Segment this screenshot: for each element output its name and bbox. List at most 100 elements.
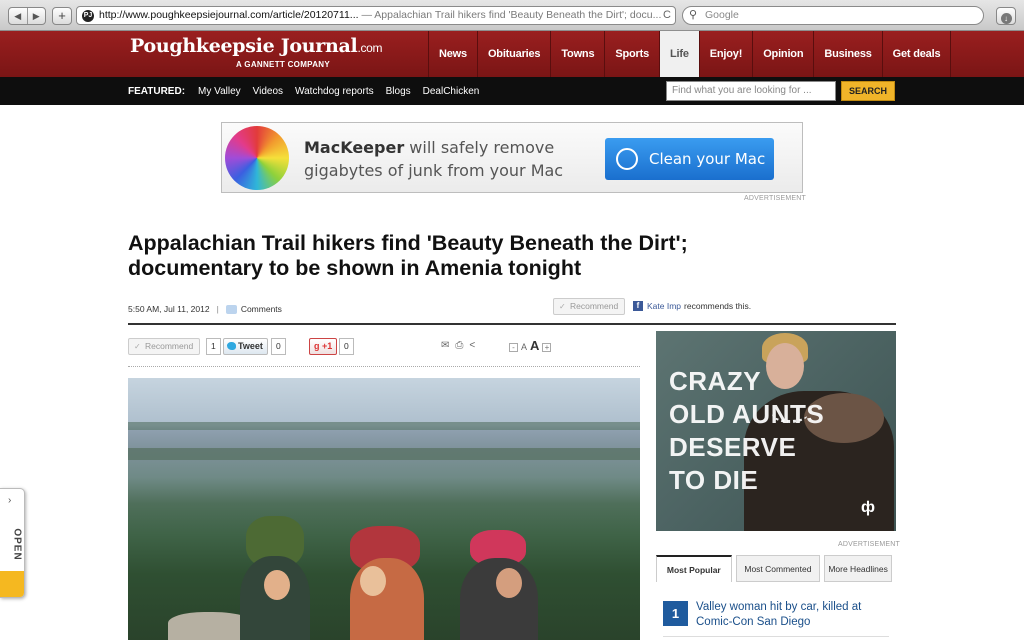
site-search-input[interactable]: Find what you are looking for ... — [666, 81, 836, 101]
comments-link[interactable]: Comments — [241, 304, 282, 314]
site-header: Poughkeepsie Journal.com A GANNETT COMPA… — [0, 31, 1024, 77]
side-ad[interactable]: CRAZY OLD AUNTS DESERVE TO DIE ф — [656, 331, 896, 531]
featured-links: FEATURED: My Valley Videos Watchdog report… — [128, 77, 491, 105]
page-title-text: — Appalachian Trail hikers find 'Beauty … — [361, 9, 662, 21]
distant-ridge — [128, 422, 640, 430]
nav-item-news[interactable]: News — [429, 31, 478, 77]
header-rule — [128, 323, 896, 325]
font-size-controls: - A A + — [509, 338, 552, 353]
article-headline: Appalachian Trail hikers find 'Beauty Be… — [128, 231, 688, 280]
search-button[interactable]: SEARCH — [841, 81, 895, 101]
browser-search-input[interactable]: ⚲ Google — [682, 6, 984, 25]
twitter-icon — [227, 342, 236, 350]
forward-icon[interactable]: ▶ — [28, 8, 46, 24]
ad-note-side: ADVERTISEMENT — [838, 541, 900, 548]
headlines-tabs: Most Popular Most Commented More Headlines — [656, 555, 896, 582]
tab-most-popular[interactable]: Most Popular — [656, 555, 732, 582]
featured-link-dealchicken[interactable]: DealChicken — [423, 86, 480, 97]
article-photo[interactable] — [128, 378, 640, 640]
ad-brand: MacKeeper — [304, 138, 405, 157]
fb-recommend-text: recommends this. — [684, 301, 752, 311]
featured-label: FEATURED: — [128, 85, 186, 97]
back-icon[interactable]: ◀ — [9, 8, 28, 24]
ad-line2: gigabytes of junk from your Mac — [304, 161, 564, 180]
gplus-icon: g — [314, 341, 320, 351]
ad-cta-button[interactable]: Clean your Mac — [605, 138, 774, 180]
featured-link-my-valley[interactable]: My Valley — [198, 86, 241, 97]
browser-toolbar: ◀ ▶ + PJ http://www.poughkeepsiejournal.… — [0, 0, 1024, 31]
ad-note-top: ADVERTISEMENT — [744, 195, 806, 202]
share-icon[interactable]: < — [469, 340, 475, 351]
featured-link-blogs[interactable]: Blogs — [386, 86, 411, 97]
power-icon — [616, 148, 638, 170]
hiker3 — [460, 558, 538, 640]
mackeeper-ad[interactable]: MacKeeper will safely remove gigabytes o… — [221, 122, 803, 193]
reload-icon[interactable]: C — [663, 7, 671, 24]
browser-search-placeholder: Google — [705, 9, 739, 21]
article-timestamp: 5:50 AM, Jul 11, 2012 — [128, 304, 210, 314]
history-buttons: ◀ ▶ — [8, 7, 46, 25]
font-large-label: A — [530, 338, 540, 353]
side-ad-text: CRAZY OLD AUNTS DESERVE TO DIE — [669, 365, 824, 497]
recommend-button[interactable]: Recommend — [128, 338, 201, 355]
download-button[interactable]: ↓ — [996, 7, 1016, 25]
nav-item-obituaries[interactable]: Obituaries — [478, 31, 552, 77]
site-logo[interactable]: Poughkeepsie Journal.com A GANNETT COMPA… — [130, 35, 383, 69]
facebook-recommend-line: f Kate Imp recommends this. — [633, 301, 751, 311]
nav-item-get-deals[interactable]: Get deals — [883, 31, 952, 77]
font-small-label: A — [521, 342, 528, 352]
nav-item-opinion[interactable]: Opinion — [753, 31, 815, 77]
popular-divider — [663, 636, 889, 637]
recommend-count: 1 — [206, 338, 221, 355]
side-ad-line-2: OLD AUNTS — [669, 399, 825, 429]
share-bar: Recommend 1 Tweet 0 g +1 0 ✉ ⎙ < - A A + — [128, 338, 640, 356]
tab-more-headlines[interactable]: More Headlines — [824, 555, 892, 582]
logo-name: Poughkeepsie Journal — [130, 35, 358, 57]
ad-text: MacKeeper will safely remove gigabytes o… — [304, 136, 563, 182]
side-ad-line-4: TO DIE — [669, 465, 759, 495]
gplus-button[interactable]: g +1 — [309, 338, 338, 355]
address-bar[interactable]: PJ http://www.poughkeepsiejournal.com/ar… — [76, 6, 676, 25]
mid-ridge — [128, 448, 640, 460]
hiker3-face — [496, 568, 522, 598]
gplus-count: 0 — [339, 338, 354, 355]
side-ad-line-3: DESERVE — [669, 432, 797, 462]
article-tools: ✉ ⎙ < — [441, 340, 475, 351]
ad-line1: will safely remove — [404, 138, 555, 157]
search-icon: ⚲ — [689, 9, 698, 21]
comment-icon — [225, 304, 237, 314]
hiker1-face — [264, 570, 290, 600]
gplus-label: +1 — [322, 341, 333, 351]
nav-item-towns[interactable]: Towns — [551, 31, 606, 77]
featured-link-watchdog-reports[interactable]: Watchdog reports — [295, 86, 374, 97]
mackeeper-logo-icon — [225, 126, 289, 190]
tab-most-commented[interactable]: Most Commented — [735, 555, 821, 582]
nav-item-life[interactable]: Life — [660, 31, 700, 77]
add-icon[interactable]: + — [52, 7, 72, 25]
open-tab-label: OPEN — [11, 528, 23, 561]
featured-link-videos[interactable]: Videos — [253, 86, 283, 97]
tweet-button[interactable]: Tweet — [223, 338, 268, 355]
url-text: http://www.poughkeepsiejournal.com/artic… — [99, 9, 359, 21]
ad-cta-label: Clean your Mac — [649, 150, 766, 168]
favicon-icon: PJ — [82, 10, 94, 22]
hiker2 — [350, 558, 424, 640]
tweet-count: 0 — [271, 338, 286, 355]
nav-item-enjoy[interactable]: Enjoy! — [700, 31, 754, 77]
popular-rank: 1 — [663, 601, 688, 626]
print-icon[interactable]: ⎙ — [455, 340, 463, 351]
popular-title[interactable]: Valley woman hit by car, killed at Comic… — [696, 600, 886, 630]
share-divider — [128, 366, 640, 367]
tweet-label: Tweet — [238, 341, 263, 351]
hiker2-face — [360, 566, 386, 596]
recommend-button-top[interactable]: Recommend — [553, 298, 626, 315]
fb-friend-name[interactable]: Kate Imp — [647, 301, 681, 311]
download-icon: ↓ — [1000, 13, 1012, 24]
meta-separator: | — [216, 304, 219, 314]
font-increase-button[interactable]: + — [542, 343, 552, 352]
email-icon[interactable]: ✉ — [441, 340, 449, 351]
nav-item-business[interactable]: Business — [814, 31, 883, 77]
nav-item-sports[interactable]: Sports — [605, 31, 660, 77]
open-side-tab[interactable]: › OPEN — [0, 488, 25, 598]
font-decrease-button[interactable]: - — [509, 343, 518, 352]
